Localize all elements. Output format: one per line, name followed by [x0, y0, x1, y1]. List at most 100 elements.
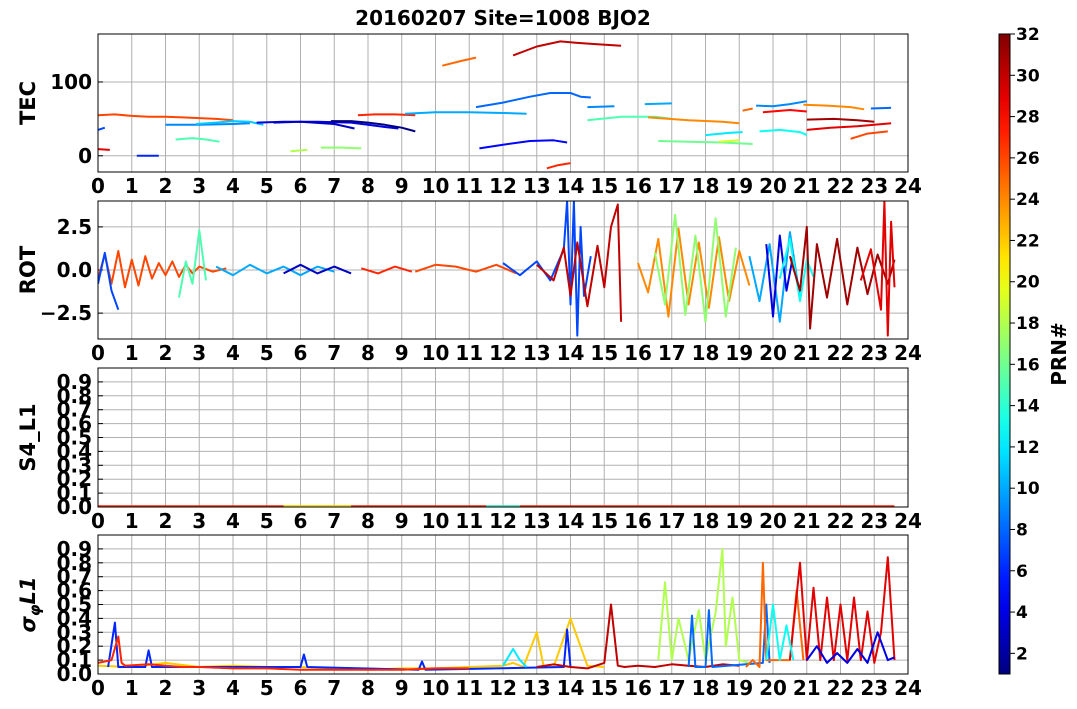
- x-tick-label: 1: [125, 174, 139, 198]
- x-tick-label: 15: [590, 509, 618, 533]
- x-tick-label: 12: [489, 174, 517, 198]
- series-line-prn-29: [98, 148, 110, 151]
- series-line-prn-7: [502, 201, 592, 337]
- x-tick-label: 17: [658, 676, 686, 700]
- x-tick-label: 13: [523, 341, 551, 365]
- colorbar-tick-label: 14: [1016, 397, 1040, 417]
- x-tick-label: 11: [455, 509, 483, 533]
- colorbar-tick-label: 4: [1016, 603, 1028, 623]
- x-tick-label: 4: [226, 509, 240, 533]
- x-tick-label: 0: [91, 174, 105, 198]
- x-tick-label: 0: [91, 509, 105, 533]
- x-tick-label: 9: [395, 341, 409, 365]
- series-line-prn-12: [705, 131, 743, 137]
- x-tick-label: 24: [894, 676, 922, 700]
- colorbar: 2468101214161820222426283032PRN#: [998, 25, 1071, 675]
- x-tick-label: 18: [692, 341, 720, 365]
- x-tick-label: 16: [624, 174, 652, 198]
- colorbar-tick-label: 30: [1016, 66, 1040, 86]
- y-tick-label: 0.9: [57, 537, 92, 561]
- x-tick-label: 20: [759, 676, 787, 700]
- x-tick-label: 24: [894, 174, 922, 198]
- series-line-prn-10: [405, 111, 527, 115]
- colorbar-tick-label: 24: [1016, 190, 1040, 210]
- x-tick-label: 18: [692, 509, 720, 533]
- x-tick-label: 5: [260, 174, 274, 198]
- colorbar-label: PRN#: [1047, 322, 1071, 386]
- colorbar-tick-label: 32: [1016, 25, 1040, 45]
- y-axis-label: S4_L1: [16, 403, 40, 471]
- series-line-prn-28: [762, 109, 807, 114]
- x-tick-label: 3: [192, 341, 206, 365]
- x-tick-label: 1: [125, 676, 139, 700]
- x-tick-label: 22: [827, 174, 855, 198]
- colorbar-tick-label: 10: [1016, 479, 1040, 499]
- x-tick-label: 7: [327, 341, 341, 365]
- x-tick-label: 2: [159, 676, 173, 700]
- x-tick-label: 9: [395, 509, 409, 533]
- x-tick-label: 17: [658, 174, 686, 198]
- series-line-prn-22: [98, 617, 605, 671]
- x-tick-label: 8: [361, 341, 375, 365]
- x-tick-label: 2: [159, 174, 173, 198]
- x-tick-label: 19: [725, 676, 753, 700]
- x-tick-label: 19: [725, 341, 753, 365]
- x-tick-label: 12: [489, 676, 517, 700]
- scintillation-figure: 20160207 Site=1008 BJO2 0 1 2 3 4 5 6 7 8 9 10 11 12…: [16, 6, 1071, 700]
- x-tick-label: 7: [327, 509, 341, 533]
- x-tick-label: 2: [159, 341, 173, 365]
- series-group: [98, 547, 896, 671]
- series-group: [98, 201, 896, 337]
- series-line-prn-25: [442, 56, 477, 67]
- panel-3: 0 1 2 3 4 5 6 7 8 9 10 11 12 13 14 15 16 17 18 19 20 21 22 23 24…: [16, 534, 922, 700]
- x-tick-label: 8: [361, 174, 375, 198]
- x-tick-label: 1: [125, 509, 139, 533]
- series-line-prn-9: [756, 100, 807, 108]
- x-tick-label: 20: [759, 509, 787, 533]
- x-tick-label: 21: [793, 509, 821, 533]
- series-line-prn-26: [98, 250, 227, 289]
- x-tick-label: 19: [725, 509, 753, 533]
- series-line-prn-27: [546, 162, 571, 170]
- x-tick-label: 5: [260, 509, 274, 533]
- colorbar-tick-label: 20: [1016, 273, 1040, 293]
- series-line-prn-10: [748, 231, 801, 323]
- x-tick-label: 8: [361, 509, 375, 533]
- series-line-prn-18: [290, 148, 308, 153]
- x-tick-label: 9: [395, 676, 409, 700]
- series-line-prn-17: [320, 146, 362, 150]
- series-line-prn-24: [648, 116, 740, 125]
- y-tick-label: 2.5: [57, 215, 92, 239]
- x-tick-label: 23: [860, 341, 888, 365]
- y-axis-label: ROT: [16, 245, 40, 294]
- x-tick-label: 12: [489, 341, 517, 365]
- series-line-prn-8: [475, 92, 591, 109]
- x-tick-label: 15: [590, 174, 618, 198]
- x-tick-label: 3: [192, 676, 206, 700]
- x-tick-label: 10: [422, 174, 450, 198]
- colorbar-tick-label: 6: [1016, 562, 1028, 582]
- series-line-prn-15: [178, 229, 207, 298]
- colorbar-tick-label: 2: [1016, 644, 1028, 664]
- series-line-prn-29: [859, 201, 896, 337]
- x-tick-label: 8: [361, 676, 375, 700]
- x-tick-label: 14: [557, 174, 585, 198]
- x-tick-label: 18: [692, 676, 720, 700]
- series-line-prn-25: [742, 107, 753, 112]
- x-tick-label: 22: [827, 509, 855, 533]
- x-tick-label: 15: [590, 676, 618, 700]
- series-line-prn-29: [806, 122, 892, 131]
- colorbar-tick-label: 12: [1016, 438, 1040, 458]
- colorbar-tick-label: 18: [1016, 314, 1040, 334]
- x-tick-label: 0: [91, 676, 105, 700]
- series-line-prn-9: [587, 105, 615, 109]
- x-tick-label: 13: [523, 676, 551, 700]
- x-tick-label: 23: [860, 509, 888, 533]
- x-tick-label: 24: [894, 341, 922, 365]
- x-tick-label: 11: [455, 676, 483, 700]
- series-line-prn-8: [687, 603, 771, 668]
- colorbar-scale: [998, 33, 1011, 675]
- series-line-prn-5: [479, 139, 568, 150]
- x-tick-label: 16: [624, 341, 652, 365]
- series-line-prn-19: [718, 139, 740, 143]
